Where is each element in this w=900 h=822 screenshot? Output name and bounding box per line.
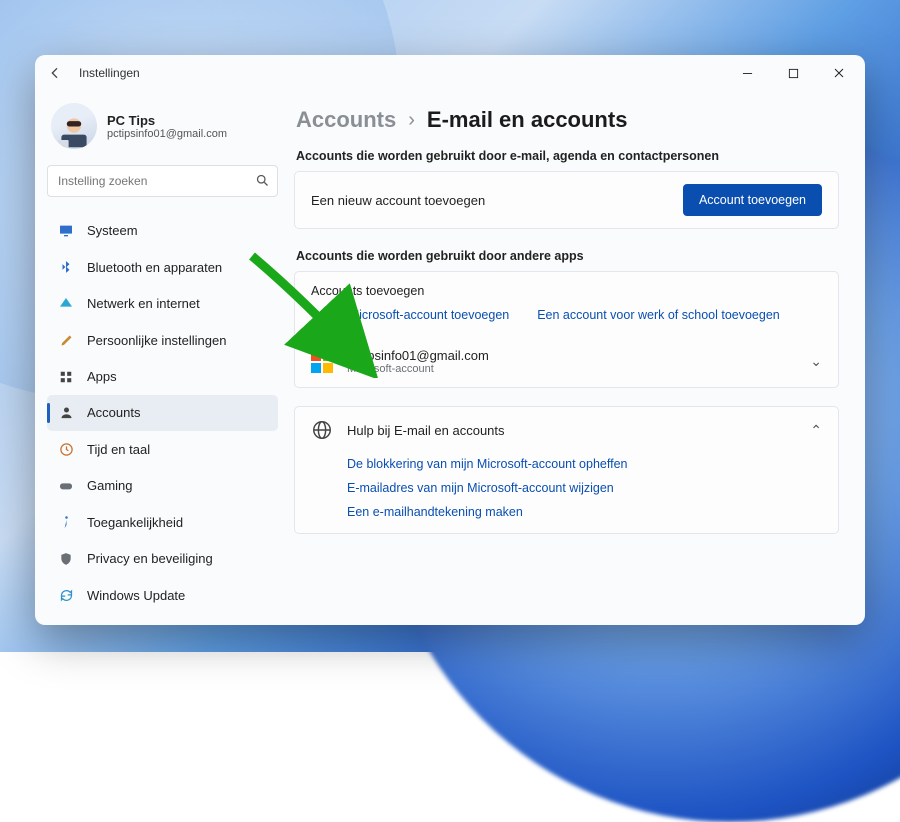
help-header[interactable]: Hulp bij E-mail en accounts ⌃: [295, 407, 838, 453]
monitor-icon: [57, 223, 75, 239]
help-link[interactable]: De blokkering van mijn Microsoft-account…: [347, 457, 822, 471]
sidebar-item-person[interactable]: Accounts: [47, 395, 278, 430]
add-accounts-subheading: Accounts toevoegen: [311, 284, 424, 298]
card-add-email-account: Een nieuw account toevoegen Account toev…: [294, 171, 839, 229]
sidebar-item-label: Accounts: [87, 405, 140, 420]
avatar: [51, 103, 97, 149]
settings-window: Instellingen PC Tips pctipsinfo01@gmail: [35, 55, 865, 625]
main-content: Accounts › E-mail en accounts Accounts d…: [290, 91, 865, 625]
sidebar-item-label: Privacy en beveiliging: [87, 551, 213, 566]
sidebar-item-update[interactable]: Windows Update: [47, 578, 278, 613]
sidebar-item-shield[interactable]: Privacy en beveiliging: [47, 541, 278, 576]
maximize-button[interactable]: [773, 59, 813, 87]
minimize-button[interactable]: [727, 59, 767, 87]
help-link[interactable]: Een e-mailhandtekening maken: [347, 505, 822, 519]
sidebar-item-label: Systeem: [87, 223, 138, 238]
add-account-button[interactable]: Account toevoegen: [683, 184, 822, 216]
card-other-apps: Accounts toevoegen Een Microsoft-account…: [294, 271, 839, 388]
bluetooth-icon: [57, 260, 75, 274]
sidebar-item-apps[interactable]: Apps: [47, 359, 278, 394]
search-box: [47, 165, 278, 197]
help-link[interactable]: E-mailadres van mijn Microsoft-account w…: [347, 481, 822, 495]
section-heading-other-apps: Accounts die worden gebruikt door andere…: [296, 249, 837, 263]
page-title: E-mail en accounts: [427, 107, 628, 133]
titlebar: Instellingen: [35, 55, 865, 91]
sidebar-item-label: Persoonlijke instellingen: [87, 333, 226, 348]
account-type: Microsoft-account: [347, 363, 489, 375]
sidebar-item-label: Tijd en taal: [87, 442, 150, 457]
sidebar-item-wifi[interactable]: Netwerk en internet: [47, 286, 278, 321]
wifi-icon: [57, 296, 75, 312]
sidebar-item-label: Toegankelijkheid: [87, 515, 183, 530]
sidebar-item-label: Bluetooth en apparaten: [87, 260, 222, 275]
chevron-up-icon: ⌃: [810, 422, 822, 439]
sidebar-nav: Systeem Bluetooth en apparaten Netwerk en …: [47, 213, 278, 613]
profile-email: pctipsinfo01@gmail.com: [107, 128, 227, 140]
update-icon: [57, 588, 75, 603]
breadcrumb-root[interactable]: Accounts: [296, 107, 396, 133]
chevron-right-icon: ›: [408, 109, 415, 132]
account-email: pctipsinfo01@gmail.com: [347, 348, 489, 363]
shield-icon: [57, 552, 75, 566]
sidebar-item-clock[interactable]: Tijd en taal: [47, 432, 278, 467]
gamepad-icon: [57, 478, 75, 494]
window-title: Instellingen: [79, 66, 140, 80]
add-account-label: Een nieuw account toevoegen: [311, 193, 485, 208]
link-add-ms-account[interactable]: Een Microsoft-account toevoegen: [323, 308, 509, 322]
sidebar-item-monitor[interactable]: Systeem: [47, 213, 278, 248]
globe-icon: [311, 419, 333, 441]
sidebar-item-gamepad[interactable]: Gaming: [47, 468, 278, 503]
profile[interactable]: PC Tips pctipsinfo01@gmail.com: [47, 97, 278, 159]
person-icon: [57, 405, 75, 420]
sidebar-item-brush[interactable]: Persoonlijke instellingen: [47, 322, 278, 357]
card-help: Hulp bij E-mail en accounts ⌃ De blokker…: [294, 406, 839, 534]
microsoft-logo-icon: [311, 351, 333, 373]
brush-icon: [57, 333, 75, 348]
sidebar-item-label: Gaming: [87, 478, 133, 493]
breadcrumb: Accounts › E-mail en accounts: [296, 107, 839, 133]
clock-icon: [57, 442, 75, 457]
sidebar-item-bluetooth[interactable]: Bluetooth en apparaten: [47, 249, 278, 284]
profile-name: PC Tips: [107, 113, 227, 128]
help-heading: Hulp bij E-mail en accounts: [347, 423, 505, 438]
chevron-down-icon: ⌄: [810, 353, 822, 370]
accessibility-icon: [57, 515, 75, 530]
apps-icon: [57, 370, 75, 384]
section-heading-email: Accounts die worden gebruikt door e-mail…: [296, 149, 837, 163]
account-row[interactable]: pctipsinfo01@gmail.com Microsoft-account…: [295, 336, 838, 387]
back-button[interactable]: [45, 63, 65, 83]
link-add-work-account[interactable]: Een account voor werk of school toevoege…: [537, 308, 780, 322]
sidebar-item-label: Windows Update: [87, 588, 185, 603]
sidebar-item-accessibility[interactable]: Toegankelijkheid: [47, 505, 278, 540]
sidebar-item-label: Apps: [87, 369, 117, 384]
sidebar-item-label: Netwerk en internet: [87, 296, 200, 311]
close-button[interactable]: [819, 59, 859, 87]
sidebar: PC Tips pctipsinfo01@gmail.com Systeem Bl…: [35, 91, 290, 625]
search-input[interactable]: [47, 165, 278, 197]
